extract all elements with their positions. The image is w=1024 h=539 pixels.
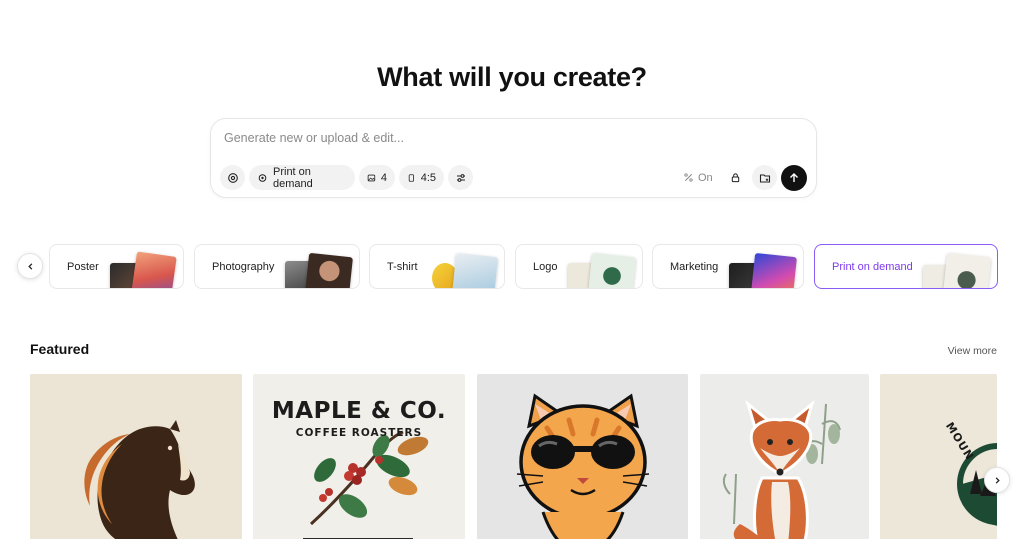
mode-button[interactable]: Print on demand xyxy=(249,165,355,190)
fox-image xyxy=(722,399,841,539)
aspect-ratio-button[interactable]: 4:5 xyxy=(399,165,444,190)
view-more-link[interactable]: View more xyxy=(948,345,997,357)
prompt-input[interactable] xyxy=(224,131,784,145)
mountain-badge-image xyxy=(957,443,997,526)
sliders-icon xyxy=(456,173,465,182)
lock-button[interactable] xyxy=(728,165,742,190)
settings-button[interactable] xyxy=(448,165,473,190)
carousel-prev-button[interactable] xyxy=(17,253,43,279)
category-logo[interactable]: Logo xyxy=(515,244,643,289)
cat-image xyxy=(516,393,650,539)
percent-toggle[interactable]: On xyxy=(683,165,713,190)
thumbnail xyxy=(451,252,499,288)
featured-tile-fox[interactable] xyxy=(700,374,869,539)
image-icon xyxy=(367,174,376,181)
image-count: 4 xyxy=(380,171,387,184)
category-poster[interactable]: Poster xyxy=(49,244,184,289)
attach-icon xyxy=(227,172,238,183)
page-title: What will you create? xyxy=(377,62,647,92)
aspect-ratio: 4:5 xyxy=(420,171,436,184)
thumbnail xyxy=(305,252,353,288)
category-marketing[interactable]: Marketing xyxy=(652,244,804,289)
brand-title: MAPLE & CO. xyxy=(271,398,447,424)
category-label: Print on demand xyxy=(832,261,913,273)
category-tshirt[interactable]: T-shirt xyxy=(369,244,505,289)
featured-tile-cat[interactable] xyxy=(477,374,688,539)
thumbnail xyxy=(751,252,797,288)
featured-tile-mountain[interactable]: MOUN xyxy=(880,374,997,539)
category-label: Photography xyxy=(212,261,275,273)
brand-subtitle: COFFEE ROASTERS xyxy=(295,427,423,439)
category-label: T-shirt xyxy=(387,261,418,273)
gear-icon xyxy=(258,173,267,182)
featured-next-button[interactable] xyxy=(984,467,1010,493)
toggle-label: On xyxy=(698,171,713,184)
thumbnail xyxy=(131,251,177,288)
category-label: Marketing xyxy=(670,261,719,273)
thumbnail xyxy=(587,252,637,288)
lock-icon xyxy=(731,173,739,183)
category-print-on-demand[interactable]: Print on demand xyxy=(814,244,998,289)
folder-add-icon xyxy=(759,173,770,183)
category-label: Poster xyxy=(67,261,99,273)
portrait-icon xyxy=(408,173,414,182)
send-button[interactable] xyxy=(781,165,807,191)
folder-button[interactable] xyxy=(752,165,777,190)
featured-tile-horse[interactable] xyxy=(30,374,242,539)
featured-tile-coffee[interactable]: MAPLE & CO. COFFEE ROASTERS xyxy=(253,374,465,539)
horse-image xyxy=(84,420,195,539)
arrow-up-icon xyxy=(790,173,798,182)
chevron-right-icon xyxy=(995,476,1000,484)
mode-label: Print on demand xyxy=(273,165,313,190)
attach-button[interactable] xyxy=(220,165,245,190)
section-title: Featured xyxy=(30,341,90,357)
category-photography[interactable]: Photography xyxy=(194,244,360,289)
prompt-box: Print on demand 4 4:5 On xyxy=(210,118,817,198)
chevron-left-icon xyxy=(27,262,32,270)
percent-icon xyxy=(684,173,693,182)
image-count-button[interactable]: 4 xyxy=(359,165,395,190)
thumbnail xyxy=(942,252,992,288)
category-label: Logo xyxy=(533,261,558,273)
